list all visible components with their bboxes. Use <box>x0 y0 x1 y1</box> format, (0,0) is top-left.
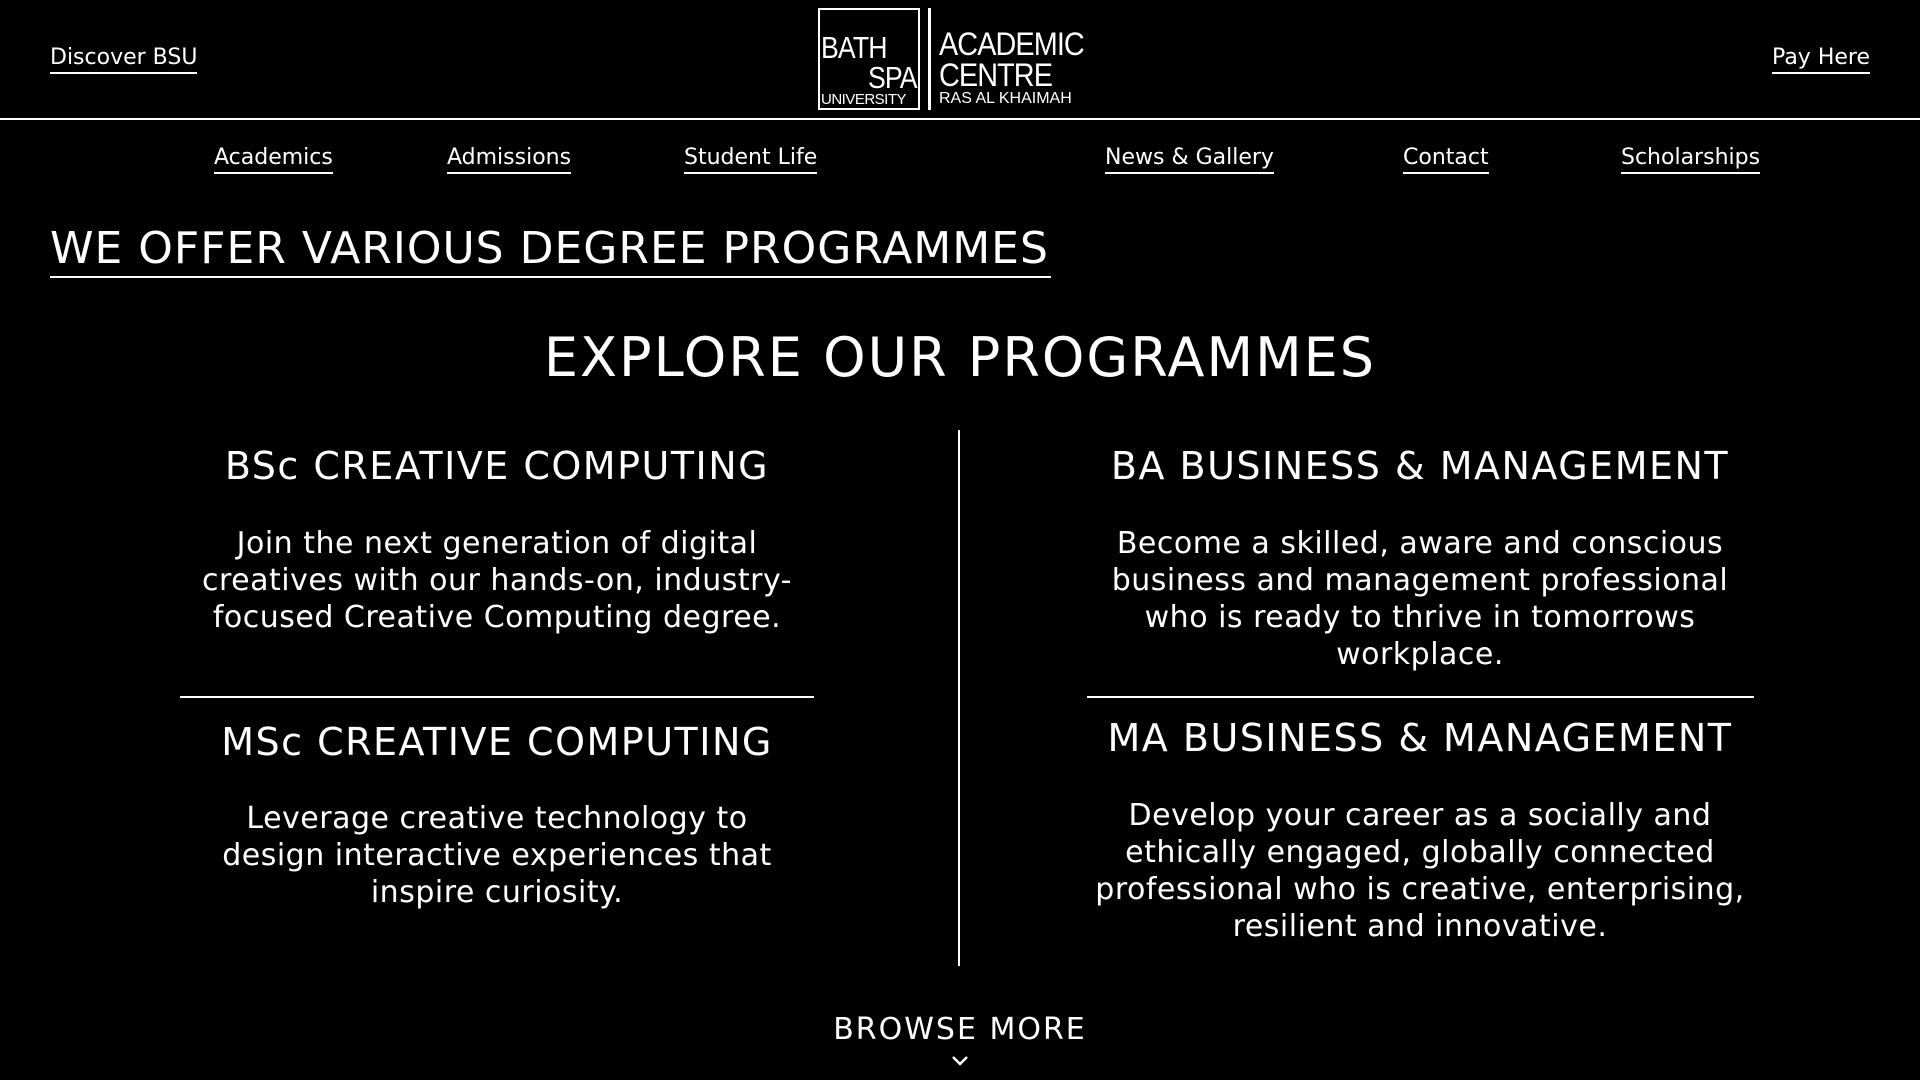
nav-item-student-life[interactable]: Student Life <box>684 146 818 174</box>
programme-description: Join the next generation of digital crea… <box>202 526 792 635</box>
programme-title[interactable]: BA BUSINESS & MANAGEMENT <box>1070 444 1770 488</box>
programme-description: Develop your career as a socially and et… <box>1095 798 1745 944</box>
left-horizontal-divider <box>180 696 814 698</box>
programme-title[interactable]: MA BUSINESS & MANAGEMENT <box>1070 716 1770 760</box>
top-bar: Discover BSU BATH SPA UNIVERSITY ACADEMI… <box>0 0 1920 120</box>
headline: WE OFFER VARIOUS DEGREE PROGRAMMES <box>50 222 1051 278</box>
logo-spa-text: SPA <box>868 60 918 95</box>
programme-title[interactable]: MSc CREATIVE COMPUTING <box>180 720 814 764</box>
logo-academic-text: ACADEMIC <box>939 26 1085 62</box>
logo-bath-text: BATH <box>821 30 888 65</box>
browse-more-button[interactable]: BROWSE MORE <box>0 1010 1920 1050</box>
logo-divider <box>928 8 931 110</box>
programme-description: Become a skilled, aware and conscious bu… <box>1111 526 1729 672</box>
right-horizontal-divider <box>1087 696 1754 698</box>
logo-university-text: UNIVERSITY <box>821 91 907 108</box>
section-title: EXPLORE OUR PROGRAMMES <box>543 326 1377 389</box>
logo-box: BATH SPA UNIVERSITY <box>818 8 920 110</box>
nav-item-admissions[interactable]: Admissions <box>447 146 572 174</box>
nav-item-academics[interactable]: Academics <box>214 146 333 174</box>
logo-centre-block: ACADEMIC CENTRE RAS AL KHAIMAH <box>939 28 1100 108</box>
chevron-down-icon[interactable] <box>951 1052 969 1070</box>
nav-item-scholarships[interactable]: Scholarships <box>1621 146 1761 174</box>
bath-spa-logo[interactable]: BATH SPA UNIVERSITY ACADEMIC CENTRE RAS … <box>818 8 1108 112</box>
nav-item-news-gallery[interactable]: News & Gallery <box>1105 146 1274 174</box>
logo-centre-text: CENTRE <box>939 57 1053 93</box>
pay-here-link[interactable]: Pay Here <box>1772 46 1870 74</box>
programme-description: Leverage creative technology to design i… <box>222 801 772 910</box>
nav-item-contact[interactable]: Contact <box>1403 146 1489 174</box>
programme-title[interactable]: BSc CREATIVE COMPUTING <box>180 444 814 488</box>
grid-vertical-divider <box>958 430 960 966</box>
discover-bsu-link[interactable]: Discover BSU <box>50 46 198 74</box>
